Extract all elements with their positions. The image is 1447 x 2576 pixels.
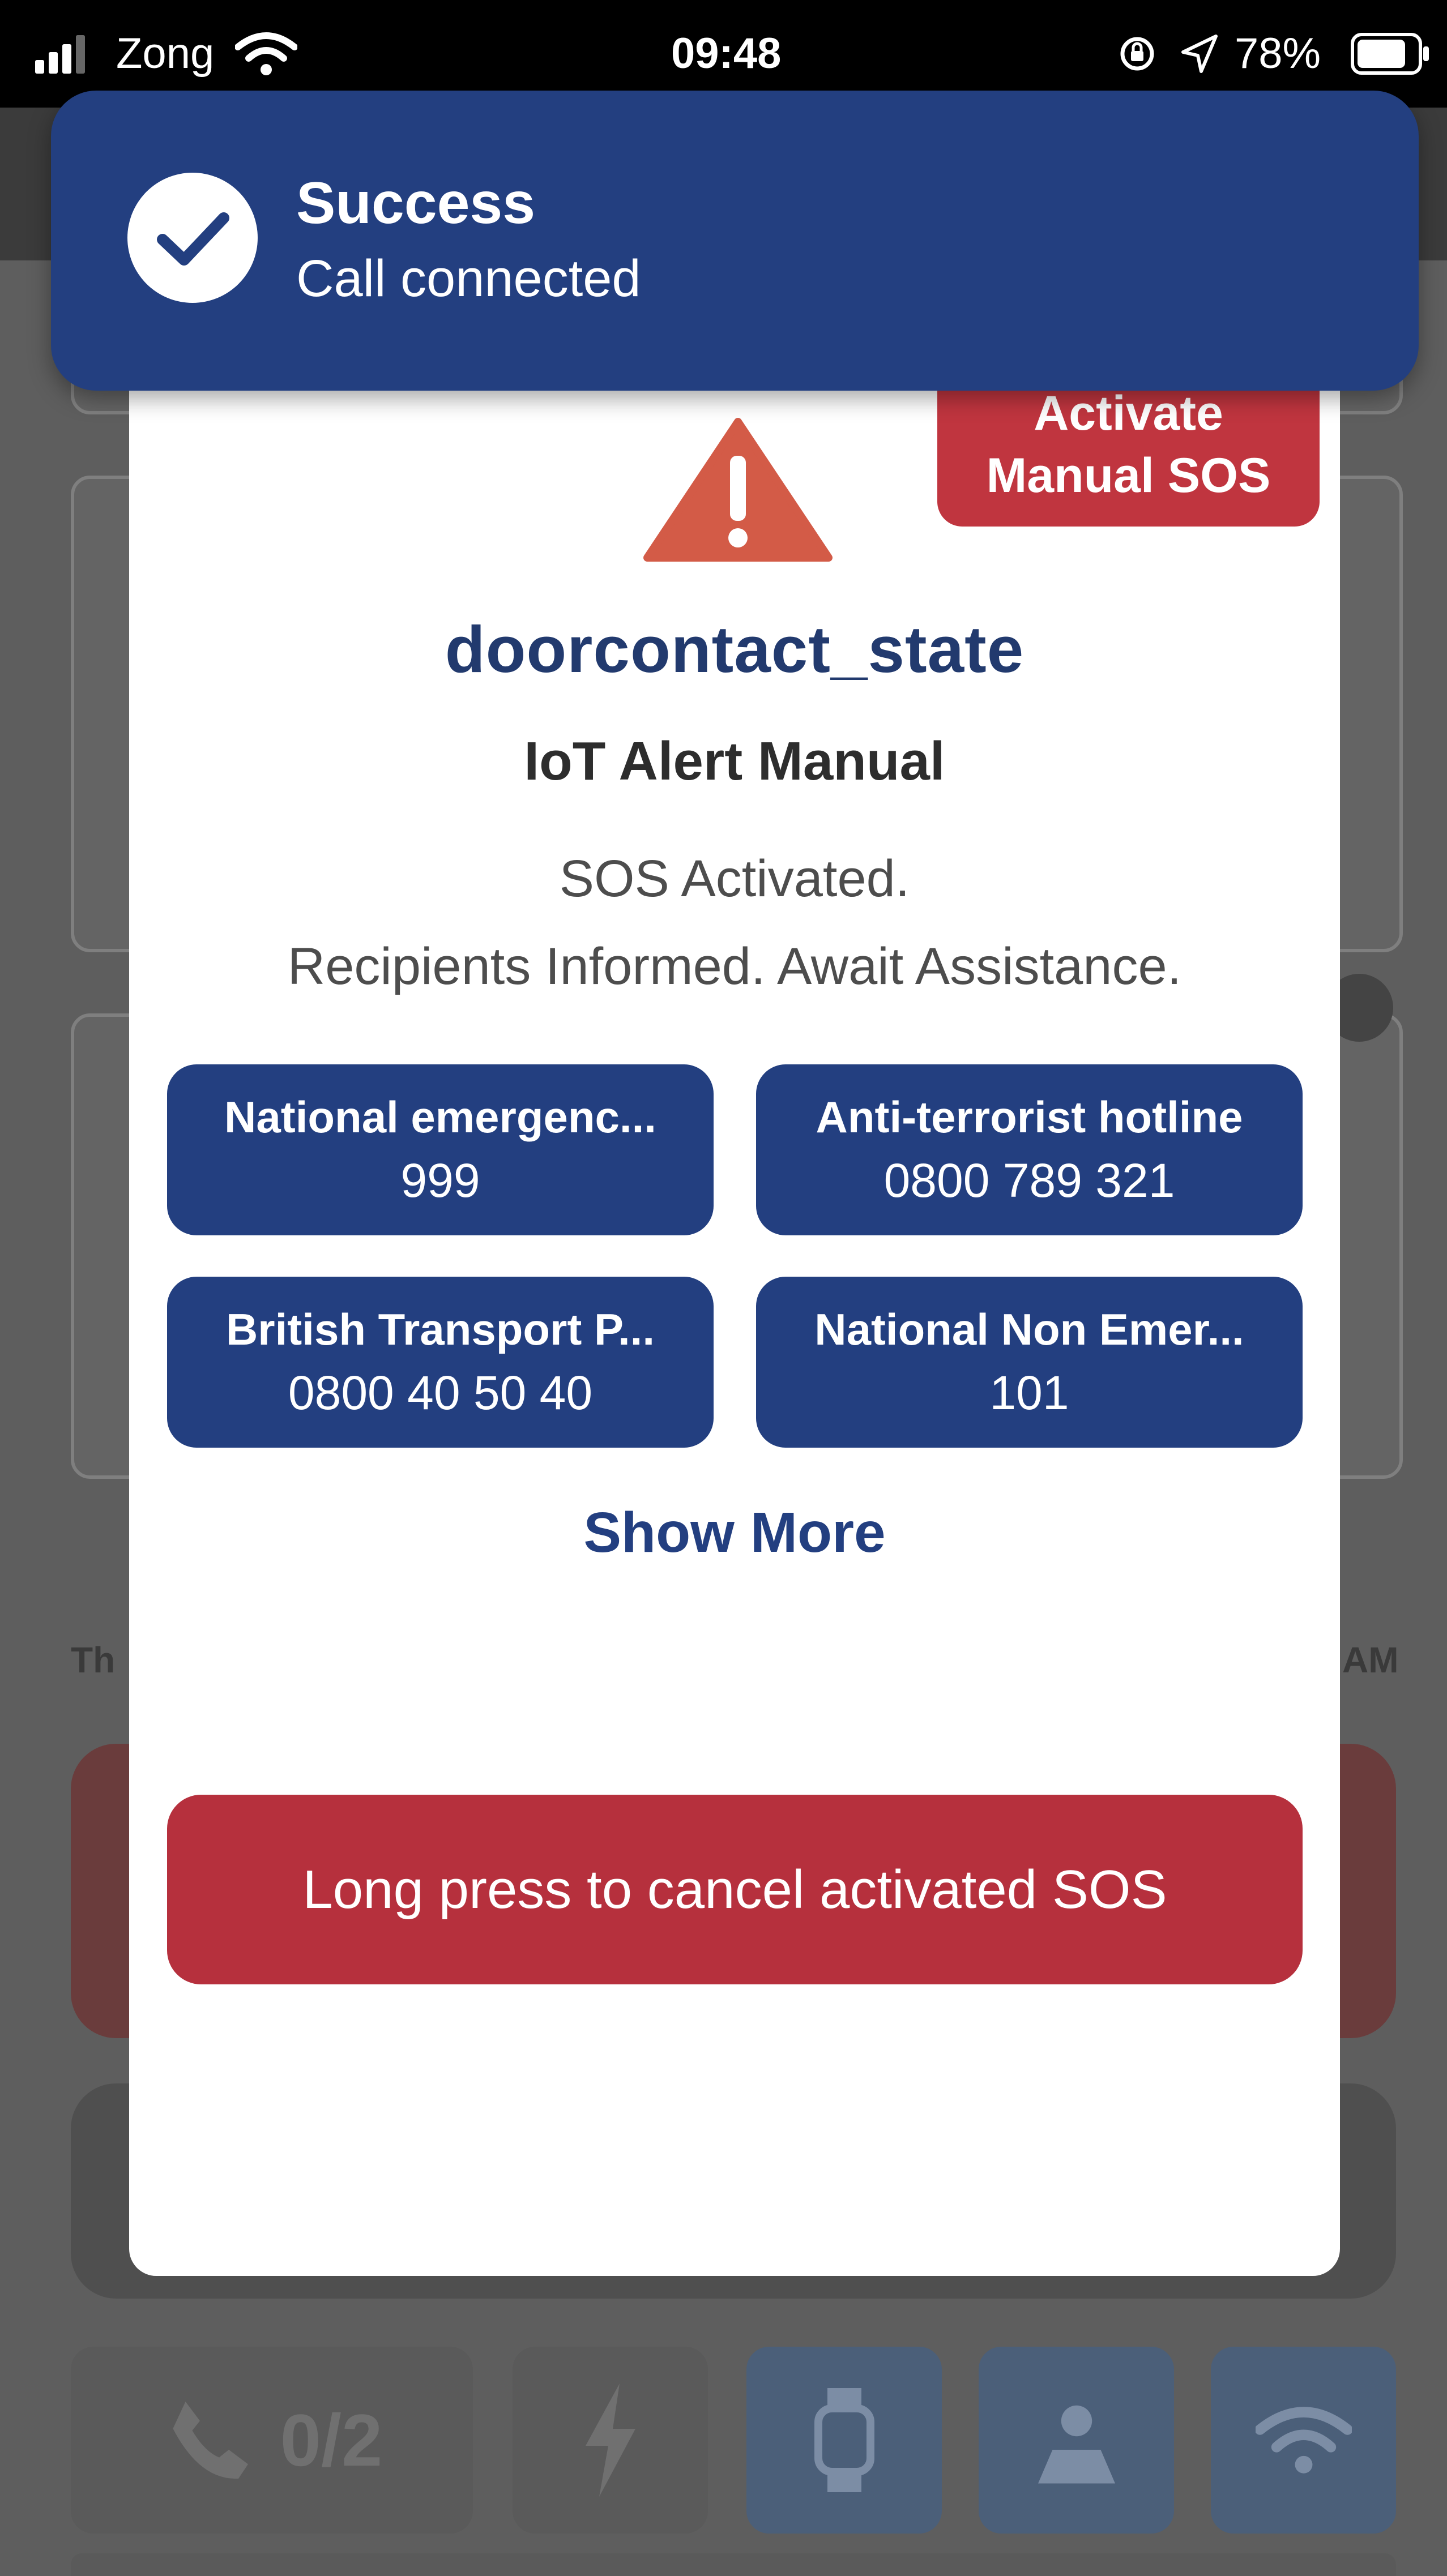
signal-icon	[35, 35, 85, 74]
manual-sos-label-line1: Activate	[1034, 386, 1223, 440]
check-icon	[157, 212, 229, 266]
wifi-icon	[235, 32, 297, 75]
wifi-tile	[1211, 2347, 1396, 2534]
lightning-icon	[585, 2384, 635, 2497]
sos-status-line1: SOS Activated.	[559, 850, 910, 908]
map-user-icon	[1038, 2405, 1115, 2484]
sos-status-line2: Recipients Informed. Await Assistance.	[287, 938, 1182, 995]
battery-icon	[1351, 33, 1429, 75]
location-arrow-icon	[1181, 35, 1218, 73]
hotline-button[interactable]: National Non Emer... 101	[756, 1277, 1303, 1448]
cancel-sos-label: Long press to cancel activated SOS	[302, 1859, 1167, 1920]
hotline-button[interactable]: Anti-terrorist hotline 0800 789 321	[756, 1064, 1303, 1235]
hotline-name: National emergenc...	[224, 1092, 656, 1142]
show-more-link[interactable]: Show More	[129, 1500, 1340, 1565]
watch-tile	[746, 2347, 942, 2534]
hotline-number: 101	[989, 1366, 1069, 1419]
cancel-sos-button[interactable]: Long press to cancel activated SOS	[167, 1795, 1303, 1984]
lock-rotation-icon	[1120, 37, 1154, 71]
alert-name: doorcontact_state	[445, 613, 1025, 686]
hotline-number: 999	[400, 1154, 480, 1207]
check-circle	[127, 173, 258, 303]
watch-icon	[814, 2388, 874, 2492]
hotline-name: National Non Emer...	[814, 1304, 1244, 1354]
hotline-name: Anti-terrorist hotline	[816, 1092, 1243, 1142]
hotline-button[interactable]: National emergenc... 999	[167, 1064, 714, 1235]
background-text-right: AM	[1342, 1640, 1399, 1680]
background-row-bottom	[71, 2553, 1396, 2576]
warning-icon	[643, 418, 833, 562]
manual-sos-label-line2: Manual SOS	[986, 448, 1271, 503]
call-counter-tile: 0/2	[71, 2347, 473, 2534]
hotline-button[interactable]: British Transport P... 0800 40 50 40	[167, 1277, 714, 1448]
hotline-number: 0800 789 321	[883, 1154, 1175, 1207]
alert-type: IoT Alert Manual	[524, 731, 945, 791]
toast-title: Success	[296, 170, 536, 236]
location-tile	[979, 2347, 1174, 2534]
background-text-left: Th	[71, 1640, 116, 1680]
phone-icon	[173, 2402, 248, 2479]
toast-message: Call connected	[296, 250, 641, 307]
call-counter: 0/2	[280, 2399, 383, 2481]
wifi-tile-icon	[1255, 2407, 1352, 2474]
power-tile	[513, 2347, 708, 2534]
hotline-name: British Transport P...	[225, 1304, 655, 1354]
hotline-number: 0800 40 50 40	[288, 1366, 593, 1419]
